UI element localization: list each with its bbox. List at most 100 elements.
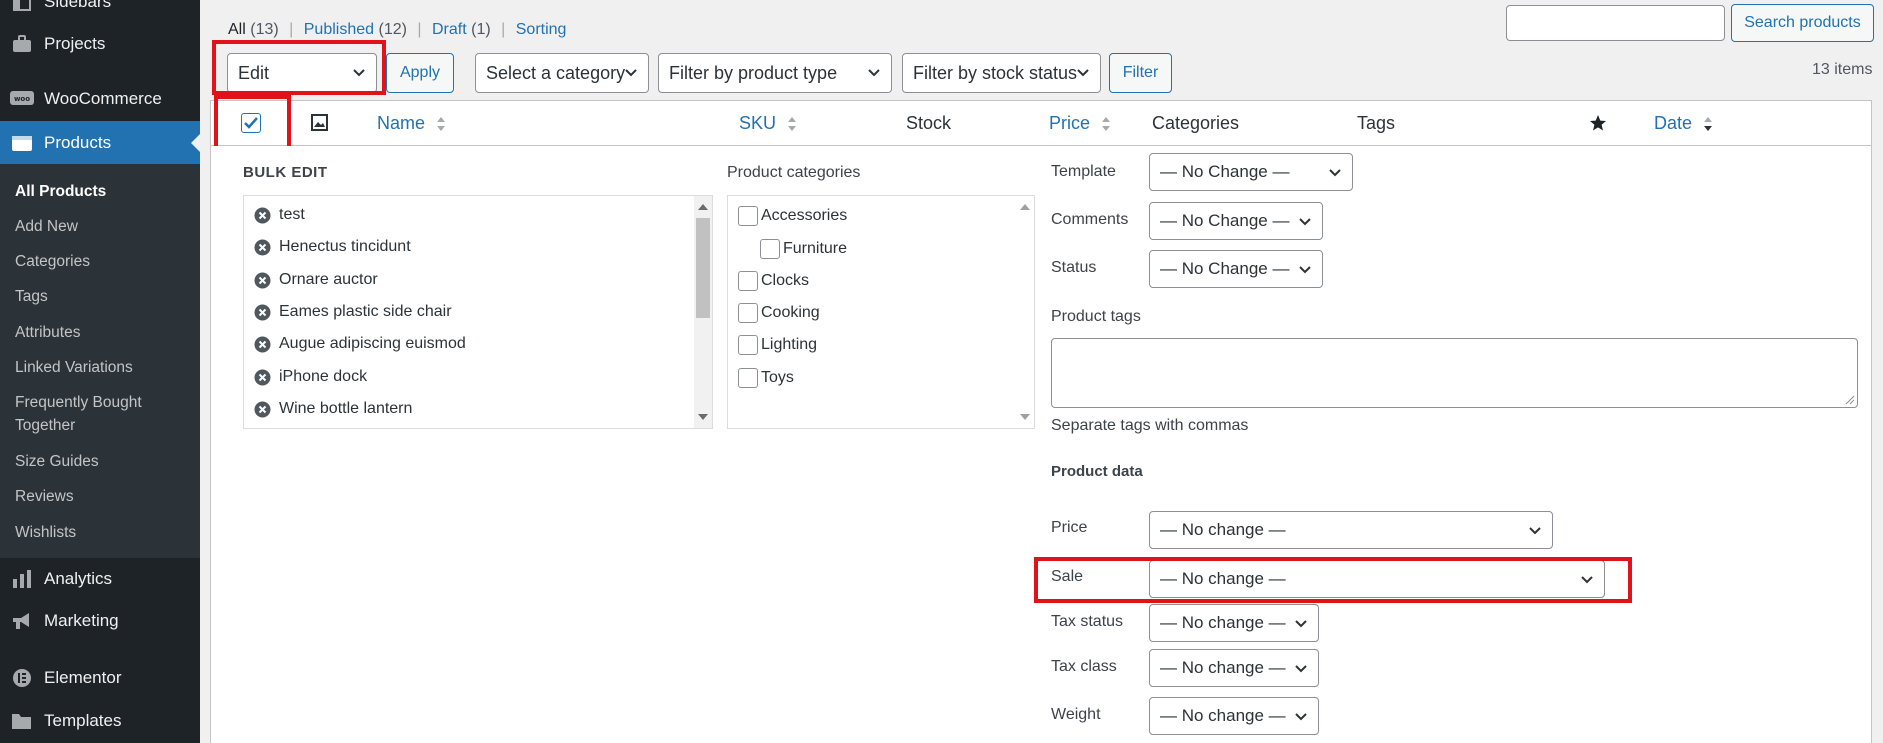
category-checkbox[interactable] bbox=[738, 303, 758, 323]
items-count: 13 items bbox=[1812, 61, 1873, 78]
tax-status-select[interactable]: — No change — bbox=[1149, 604, 1319, 642]
submenu-tags[interactable]: Tags bbox=[15, 285, 190, 308]
menu-marketing[interactable]: Marketing bbox=[0, 607, 200, 635]
view-separator: | bbox=[501, 21, 506, 38]
tax-class-select[interactable]: — No change — bbox=[1149, 649, 1319, 687]
price-select[interactable]: — No change — bbox=[1149, 511, 1553, 549]
column-tags: Tags bbox=[1357, 113, 1396, 133]
menu-woocommerce[interactable]: woo WooCommerce bbox=[0, 85, 200, 113]
tax-class-label: Tax class bbox=[1051, 658, 1117, 675]
submenu-reviews[interactable]: Reviews bbox=[15, 485, 190, 508]
category-checkbox[interactable] bbox=[738, 368, 758, 388]
weight-select[interactable]: — No change — bbox=[1149, 697, 1319, 735]
comments-label: Comments bbox=[1051, 211, 1129, 228]
category-label: Accessories bbox=[761, 207, 848, 224]
category-item-accessories[interactable]: Accessories bbox=[738, 206, 847, 226]
resize-handle-icon[interactable] bbox=[1845, 395, 1855, 405]
remove-item-icon[interactable] bbox=[254, 304, 271, 321]
price-label: Price bbox=[1051, 519, 1088, 536]
menu-analytics[interactable]: Analytics bbox=[0, 565, 200, 593]
remove-item-icon[interactable] bbox=[254, 272, 271, 289]
view-published[interactable]: Published bbox=[304, 21, 374, 38]
column-name[interactable]: Name bbox=[377, 113, 446, 134]
bulk-edit-product-list[interactable]: test Henectus tincidunt Ornare auctor Ea… bbox=[243, 195, 713, 429]
menu-templates[interactable]: Templates bbox=[0, 707, 200, 735]
template-value: — No Change — bbox=[1160, 162, 1290, 181]
filter-button[interactable]: Filter bbox=[1109, 53, 1172, 93]
table-header: Name SKU Stock Price Categories Tags Dat… bbox=[210, 100, 1872, 146]
products-icon bbox=[10, 131, 34, 155]
category-scrollbar[interactable] bbox=[1016, 196, 1034, 428]
scroll-up-arrow[interactable] bbox=[698, 204, 708, 210]
category-filter-select[interactable]: Select a category bbox=[475, 53, 649, 93]
category-label: Cooking bbox=[761, 304, 820, 321]
menu-sidebars[interactable]: Sidebars bbox=[0, 0, 200, 12]
scroll-down-arrow[interactable] bbox=[698, 414, 708, 420]
category-checkbox[interactable] bbox=[738, 206, 758, 226]
menu-elementor[interactable]: Elementor bbox=[0, 664, 200, 692]
product-tags-label: Product tags bbox=[1051, 308, 1141, 325]
comments-select[interactable]: — No Change — bbox=[1149, 202, 1323, 240]
comments-value: — No Change — bbox=[1160, 211, 1290, 230]
search-input[interactable] bbox=[1506, 5, 1725, 41]
category-checkbox[interactable] bbox=[738, 271, 758, 291]
category-item-clocks[interactable]: Clocks bbox=[738, 271, 809, 291]
category-label: Furniture bbox=[783, 240, 848, 257]
template-select[interactable]: — No Change — bbox=[1149, 153, 1353, 191]
product-type-filter-select[interactable]: Filter by product type bbox=[658, 53, 892, 93]
remove-item-icon[interactable] bbox=[254, 239, 271, 256]
chevron-down-icon bbox=[1295, 620, 1307, 628]
view-published-count: (12) bbox=[378, 21, 407, 38]
category-checkbox[interactable] bbox=[760, 239, 780, 259]
list-scrollbar[interactable] bbox=[694, 196, 712, 428]
sort-desc-icon bbox=[1704, 117, 1713, 132]
scroll-down-arrow[interactable] bbox=[1020, 414, 1030, 420]
submenu-add-new[interactable]: Add New bbox=[15, 215, 190, 238]
category-item-lighting[interactable]: Lighting bbox=[738, 335, 817, 355]
remove-item-icon[interactable] bbox=[254, 336, 271, 353]
sort-icon bbox=[788, 117, 797, 132]
product-tags-hint: Separate tags with commas bbox=[1051, 417, 1249, 434]
column-price[interactable]: Price bbox=[1049, 113, 1111, 134]
status-label: Status bbox=[1051, 259, 1097, 276]
remove-item-icon[interactable] bbox=[254, 369, 271, 386]
column-date-label: Date bbox=[1654, 113, 1693, 133]
product-tags-textarea[interactable] bbox=[1051, 338, 1858, 408]
tax-status-label: Tax status bbox=[1051, 613, 1124, 630]
remove-item-icon[interactable] bbox=[254, 207, 271, 224]
submenu-all-products[interactable]: All Products bbox=[15, 180, 190, 203]
status-select[interactable]: — No Change — bbox=[1149, 250, 1323, 288]
submenu-categories[interactable]: Categories bbox=[15, 250, 190, 273]
view-draft[interactable]: Draft bbox=[432, 21, 467, 38]
list-item: Henectus tincidunt bbox=[254, 238, 411, 256]
menu-projects[interactable]: Projects bbox=[0, 30, 200, 58]
menu-products[interactable]: Products bbox=[0, 121, 200, 165]
bulk-edit-title: BULK EDIT bbox=[243, 164, 328, 181]
submenu-linked-variations[interactable]: Linked Variations bbox=[15, 356, 190, 379]
search-products-button[interactable]: Search products bbox=[1731, 4, 1874, 42]
megaphone-icon bbox=[10, 609, 34, 633]
view-all[interactable]: All bbox=[228, 21, 246, 38]
submenu-size-guides[interactable]: Size Guides bbox=[15, 450, 190, 473]
submenu-wishlists[interactable]: Wishlists bbox=[15, 521, 190, 544]
submenu-attributes[interactable]: Attributes bbox=[15, 321, 190, 344]
category-label: Lighting bbox=[761, 336, 818, 353]
product-data-label: Product data bbox=[1051, 463, 1143, 480]
scroll-up-arrow[interactable] bbox=[1020, 204, 1030, 210]
view-sorting[interactable]: Sorting bbox=[516, 21, 567, 38]
column-sku-label: SKU bbox=[739, 113, 777, 133]
apply-button[interactable]: Apply bbox=[386, 53, 454, 93]
category-item-cooking[interactable]: Cooking bbox=[738, 303, 820, 323]
category-item-furniture[interactable]: Furniture bbox=[760, 239, 847, 259]
stock-status-filter-select[interactable]: Filter by stock status bbox=[902, 53, 1101, 93]
featured-star-icon[interactable] bbox=[1589, 114, 1607, 137]
column-date[interactable]: Date bbox=[1654, 113, 1713, 134]
category-checkbox[interactable] bbox=[738, 335, 758, 355]
column-sku[interactable]: SKU bbox=[739, 113, 797, 134]
submenu-frequently-bought-together[interactable]: Frequently Bought Together bbox=[15, 391, 190, 437]
elementor-icon bbox=[10, 666, 34, 690]
remove-item-icon[interactable] bbox=[254, 401, 271, 418]
scroll-thumb[interactable] bbox=[696, 218, 710, 318]
products-submenu: All Products Add New Categories Tags Att… bbox=[0, 164, 200, 558]
category-item-toys[interactable]: Toys bbox=[738, 368, 794, 388]
